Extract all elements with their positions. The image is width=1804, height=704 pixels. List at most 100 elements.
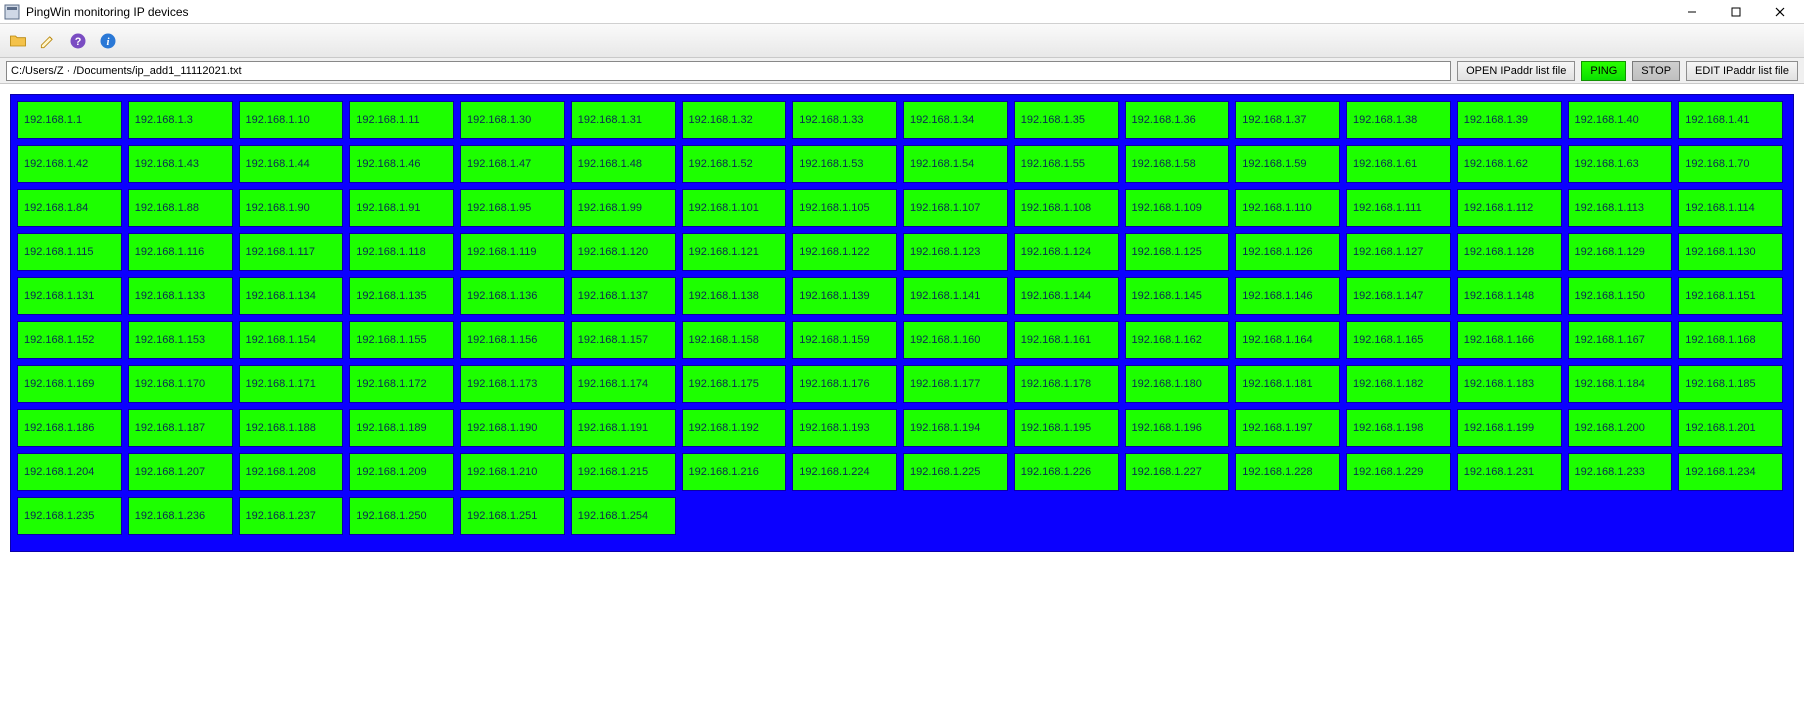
ip-cell[interactable]: 192.168.1.207 <box>128 453 233 491</box>
ip-cell[interactable]: 192.168.1.144 <box>1014 277 1119 315</box>
ip-cell[interactable]: 192.168.1.251 <box>460 497 565 535</box>
ip-cell[interactable]: 192.168.1.174 <box>571 365 676 403</box>
ip-cell[interactable]: 192.168.1.133 <box>128 277 233 315</box>
ip-cell[interactable]: 192.168.1.185 <box>1678 365 1783 403</box>
ip-cell[interactable]: 192.168.1.127 <box>1346 233 1451 271</box>
ip-cell[interactable]: 192.168.1.48 <box>571 145 676 183</box>
ip-cell[interactable]: 192.168.1.237 <box>239 497 344 535</box>
ip-cell[interactable]: 192.168.1.36 <box>1125 101 1230 139</box>
edit-file-button[interactable]: EDIT IPaddr list file <box>1686 61 1798 81</box>
help-icon[interactable]: ? <box>66 29 90 53</box>
ip-cell[interactable]: 192.168.1.225 <box>903 453 1008 491</box>
ip-cell[interactable]: 192.168.1.165 <box>1346 321 1451 359</box>
ip-cell[interactable]: 192.168.1.99 <box>571 189 676 227</box>
ip-cell[interactable]: 192.168.1.229 <box>1346 453 1451 491</box>
ip-cell[interactable]: 192.168.1.1 <box>17 101 122 139</box>
ip-cell[interactable]: 192.168.1.121 <box>682 233 787 271</box>
ip-cell[interactable]: 192.168.1.61 <box>1346 145 1451 183</box>
info-icon[interactable]: i <box>96 29 120 53</box>
ip-cell[interactable]: 192.168.1.197 <box>1235 409 1340 447</box>
ip-cell[interactable]: 192.168.1.201 <box>1678 409 1783 447</box>
ip-cell[interactable]: 192.168.1.117 <box>239 233 344 271</box>
ip-cell[interactable]: 192.168.1.123 <box>903 233 1008 271</box>
ip-cell[interactable]: 192.168.1.224 <box>792 453 897 491</box>
ip-cell[interactable]: 192.168.1.70 <box>1678 145 1783 183</box>
ip-cell[interactable]: 192.168.1.148 <box>1457 277 1562 315</box>
ip-cell[interactable]: 192.168.1.59 <box>1235 145 1340 183</box>
ip-cell[interactable]: 192.168.1.190 <box>460 409 565 447</box>
ip-cell[interactable]: 192.168.1.178 <box>1014 365 1119 403</box>
ip-cell[interactable]: 192.168.1.105 <box>792 189 897 227</box>
close-button[interactable] <box>1758 1 1802 23</box>
ip-cell[interactable]: 192.168.1.63 <box>1568 145 1673 183</box>
ip-cell[interactable]: 192.168.1.155 <box>349 321 454 359</box>
ip-cell[interactable]: 192.168.1.109 <box>1125 189 1230 227</box>
ip-cell[interactable]: 192.168.1.37 <box>1235 101 1340 139</box>
ip-cell[interactable]: 192.168.1.170 <box>128 365 233 403</box>
ip-cell[interactable]: 192.168.1.160 <box>903 321 1008 359</box>
ip-cell[interactable]: 192.168.1.158 <box>682 321 787 359</box>
ip-cell[interactable]: 192.168.1.136 <box>460 277 565 315</box>
ip-cell[interactable]: 192.168.1.227 <box>1125 453 1230 491</box>
ip-cell[interactable]: 192.168.1.172 <box>349 365 454 403</box>
ip-cell[interactable]: 192.168.1.154 <box>239 321 344 359</box>
ip-cell[interactable]: 192.168.1.101 <box>682 189 787 227</box>
ip-cell[interactable]: 192.168.1.125 <box>1125 233 1230 271</box>
ip-cell[interactable]: 192.168.1.191 <box>571 409 676 447</box>
open-folder-icon[interactable] <box>6 29 30 53</box>
ip-cell[interactable]: 192.168.1.131 <box>17 277 122 315</box>
ip-cell[interactable]: 192.168.1.250 <box>349 497 454 535</box>
ip-cell[interactable]: 192.168.1.159 <box>792 321 897 359</box>
ip-cell[interactable]: 192.168.1.47 <box>460 145 565 183</box>
ip-cell[interactable]: 192.168.1.235 <box>17 497 122 535</box>
ip-cell[interactable]: 192.168.1.32 <box>682 101 787 139</box>
ip-cell[interactable]: 192.168.1.209 <box>349 453 454 491</box>
ip-cell[interactable]: 192.168.1.139 <box>792 277 897 315</box>
ip-cell[interactable]: 192.168.1.146 <box>1235 277 1340 315</box>
ip-cell[interactable]: 192.168.1.168 <box>1678 321 1783 359</box>
ip-cell[interactable]: 192.168.1.53 <box>792 145 897 183</box>
ip-cell[interactable]: 192.168.1.194 <box>903 409 1008 447</box>
ip-cell[interactable]: 192.168.1.167 <box>1568 321 1673 359</box>
ip-cell[interactable]: 192.168.1.226 <box>1014 453 1119 491</box>
ip-cell[interactable]: 192.168.1.91 <box>349 189 454 227</box>
ip-cell[interactable]: 192.168.1.115 <box>17 233 122 271</box>
minimize-button[interactable] <box>1670 1 1714 23</box>
ip-cell[interactable]: 192.168.1.147 <box>1346 277 1451 315</box>
ip-cell[interactable]: 192.168.1.216 <box>682 453 787 491</box>
ip-cell[interactable]: 192.168.1.10 <box>239 101 344 139</box>
ip-cell[interactable]: 192.168.1.3 <box>128 101 233 139</box>
ip-cell[interactable]: 192.168.1.111 <box>1346 189 1451 227</box>
ip-cell[interactable]: 192.168.1.184 <box>1568 365 1673 403</box>
ip-cell[interactable]: 192.168.1.88 <box>128 189 233 227</box>
ip-cell[interactable]: 192.168.1.193 <box>792 409 897 447</box>
ip-cell[interactable]: 192.168.1.150 <box>1568 277 1673 315</box>
ip-cell[interactable]: 192.168.1.169 <box>17 365 122 403</box>
ip-cell[interactable]: 192.168.1.42 <box>17 145 122 183</box>
ip-cell[interactable]: 192.168.1.130 <box>1678 233 1783 271</box>
ip-cell[interactable]: 192.168.1.210 <box>460 453 565 491</box>
ip-cell[interactable]: 192.168.1.234 <box>1678 453 1783 491</box>
ip-cell[interactable]: 192.168.1.119 <box>460 233 565 271</box>
ip-cell[interactable]: 192.168.1.204 <box>17 453 122 491</box>
ip-cell[interactable]: 192.168.1.181 <box>1235 365 1340 403</box>
ip-cell[interactable]: 192.168.1.182 <box>1346 365 1451 403</box>
ip-cell[interactable]: 192.168.1.54 <box>903 145 1008 183</box>
ip-cell[interactable]: 192.168.1.43 <box>128 145 233 183</box>
ip-cell[interactable]: 192.168.1.118 <box>349 233 454 271</box>
ip-cell[interactable]: 192.168.1.151 <box>1678 277 1783 315</box>
ip-cell[interactable]: 192.168.1.188 <box>239 409 344 447</box>
ip-cell[interactable]: 192.168.1.162 <box>1125 321 1230 359</box>
open-file-button[interactable]: OPEN IPaddr list file <box>1457 61 1575 81</box>
ip-cell[interactable]: 192.168.1.145 <box>1125 277 1230 315</box>
ip-cell[interactable]: 192.168.1.52 <box>682 145 787 183</box>
ip-cell[interactable]: 192.168.1.164 <box>1235 321 1340 359</box>
ip-cell[interactable]: 192.168.1.138 <box>682 277 787 315</box>
ip-cell[interactable]: 192.168.1.180 <box>1125 365 1230 403</box>
stop-button[interactable]: STOP <box>1632 61 1680 81</box>
ip-cell[interactable]: 192.168.1.183 <box>1457 365 1562 403</box>
ip-cell[interactable]: 192.168.1.208 <box>239 453 344 491</box>
ip-cell[interactable]: 192.168.1.161 <box>1014 321 1119 359</box>
ip-cell[interactable]: 192.168.1.215 <box>571 453 676 491</box>
ip-cell[interactable]: 192.168.1.141 <box>903 277 1008 315</box>
